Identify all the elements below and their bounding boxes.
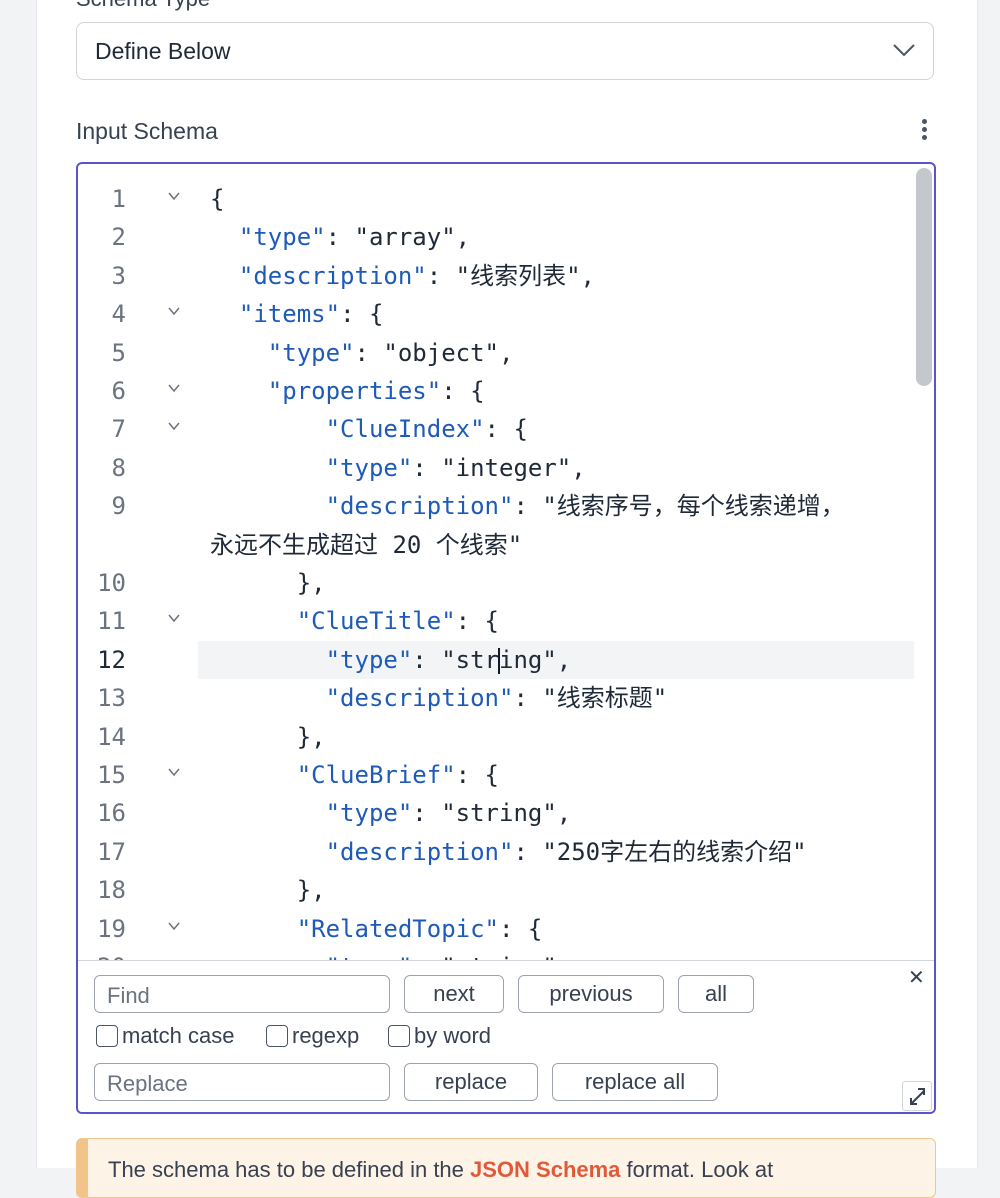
by-word-label: by word xyxy=(414,1023,492,1048)
close-icon[interactable]: ✕ xyxy=(908,965,925,990)
resize-handle-icon[interactable] xyxy=(902,1081,932,1111)
code-line[interactable]: 6 "properties": { xyxy=(78,372,914,410)
find-previous-button[interactable]: previous xyxy=(518,975,664,1013)
find-replace-panel: Find next previous all ✕ match case rege… xyxy=(78,960,934,1112)
schema-type-value: Define Below xyxy=(95,38,231,64)
notice-text-after: format. Look at xyxy=(620,1157,774,1182)
more-options-icon[interactable] xyxy=(916,116,932,144)
match-case-checkbox[interactable]: match case xyxy=(96,1023,235,1049)
code-text: "RelatedTopic": { xyxy=(296,914,543,943)
code-line[interactable]: 18 }, xyxy=(78,871,914,909)
schema-type-label: Schema Type xyxy=(76,0,210,12)
line-number: 5 xyxy=(111,338,126,367)
code-text: "type": "string", xyxy=(325,799,572,828)
schema-type-select[interactable]: Define Below xyxy=(76,22,934,80)
code-text: }, xyxy=(210,722,326,751)
fold-chevron-icon[interactable] xyxy=(168,922,180,930)
line-number: 13 xyxy=(97,684,126,713)
json-code-editor[interactable]: 1{2 "type": "array", 3 "description": "线索… xyxy=(76,162,936,1114)
code-line[interactable]: 4 "items": { xyxy=(78,295,914,333)
code-text: "type": "integer", xyxy=(325,453,586,482)
code-line[interactable]: 1{ xyxy=(78,180,914,218)
by-word-checkbox[interactable]: by word xyxy=(388,1023,491,1049)
code-text: "ClueTitle": { xyxy=(296,607,500,636)
find-all-button[interactable]: all xyxy=(678,975,754,1013)
code-line[interactable]: 10 }, xyxy=(78,564,914,602)
code-text: "items": { xyxy=(238,300,384,329)
replace-button[interactable]: replace xyxy=(404,1063,538,1101)
line-number: 16 xyxy=(97,799,126,828)
code-text: "description": "线索标题" xyxy=(325,684,668,713)
code-line[interactable]: 8 "type": "integer", xyxy=(78,449,914,487)
code-line[interactable]: 19 "RelatedTopic": { xyxy=(78,910,914,948)
line-number: 2 xyxy=(111,223,126,252)
code-line[interactable]: 9 "description": "线索序号，每个线索递增， xyxy=(78,487,914,525)
line-number: 18 xyxy=(97,876,126,905)
line-number: 12 xyxy=(97,645,126,674)
code-text: "type": "string", xyxy=(325,645,572,674)
line-number: 19 xyxy=(97,914,126,943)
fold-chevron-icon[interactable] xyxy=(168,384,180,392)
line-number: 8 xyxy=(111,453,126,482)
json-schema-link[interactable]: JSON Schema xyxy=(470,1157,620,1182)
fold-chevron-icon[interactable] xyxy=(168,192,180,200)
editor-scrollbar[interactable] xyxy=(916,168,932,386)
input-schema-label: Input Schema xyxy=(76,118,218,144)
code-text: 永远不生成超过 20 个线索" xyxy=(210,530,523,559)
notice-text: The schema has to be defined in the xyxy=(108,1157,471,1182)
fold-chevron-icon[interactable] xyxy=(168,614,180,623)
line-number: 20 xyxy=(78,948,126,960)
line-number: 4 xyxy=(111,300,126,329)
code-line[interactable]: 14 }, xyxy=(78,718,914,756)
code-text: }, xyxy=(210,876,326,905)
replace-all-button[interactable]: replace all xyxy=(552,1063,718,1101)
line-number: 7 xyxy=(111,415,126,444)
regexp-label: regexp xyxy=(292,1023,360,1048)
code-line[interactable]: 12 "type": "string", xyxy=(78,640,914,679)
code-line[interactable]: 20 "type": "string", xyxy=(78,948,914,960)
code-line[interactable]: 3 "description": "线索列表", xyxy=(78,257,914,295)
code-text: }, xyxy=(210,569,326,597)
line-number: 3 xyxy=(111,261,126,290)
replace-input[interactable]: Replace xyxy=(94,1063,390,1101)
code-text: "description": "250字左右的线索介绍" xyxy=(325,837,807,866)
line-number: 15 xyxy=(97,761,126,789)
line-number: 11 xyxy=(97,607,126,636)
code-line[interactable]: 7 "ClueIndex": { xyxy=(78,410,914,448)
line-number: 17 xyxy=(97,837,126,866)
line-number: 10 xyxy=(97,569,126,597)
code-text: { xyxy=(210,185,225,213)
line-number: 9 xyxy=(111,492,126,521)
find-next-button[interactable]: next xyxy=(404,975,504,1013)
code-text: "description": "线索序号，每个线索递增， xyxy=(325,492,845,521)
code-line[interactable]: 13 "description": "线索标题" xyxy=(78,679,914,717)
code-line[interactable]: 15 "ClueBrief": { xyxy=(78,756,914,794)
code-text: "ClueBrief": { xyxy=(296,761,500,789)
regexp-checkbox[interactable]: regexp xyxy=(266,1023,359,1049)
code-text: "type": "object", xyxy=(267,338,514,367)
code-text: "type": "array", xyxy=(238,223,471,252)
code-text: "properties": { xyxy=(267,377,485,405)
code-text: "description": "线索列表", xyxy=(238,261,595,290)
line-number: 6 xyxy=(111,377,126,405)
fold-chevron-icon[interactable] xyxy=(168,307,180,316)
match-case-label: match case xyxy=(122,1023,235,1048)
fold-chevron-icon[interactable] xyxy=(168,422,180,431)
chevron-down-icon xyxy=(893,44,915,57)
code-line[interactable]: 11 "ClueTitle": { xyxy=(78,602,914,640)
code-text: "type": "string", xyxy=(210,948,572,960)
code-line[interactable]: 2 "type": "array", xyxy=(78,218,914,256)
find-input[interactable]: Find xyxy=(94,975,390,1013)
code-line[interactable]: 17 "description": "250字左右的线索介绍" xyxy=(78,833,914,871)
code-text: "ClueIndex": { xyxy=(325,415,528,444)
code-line[interactable]: 永远不生成超过 20 个线索" xyxy=(78,526,914,564)
code-line[interactable]: 5 "type": "object", xyxy=(78,334,914,372)
schema-format-notice: The schema has to be defined in the JSON… xyxy=(76,1138,936,1198)
code-line[interactable]: 16 "type": "string", xyxy=(78,794,914,832)
line-number: 14 xyxy=(97,722,126,751)
fold-chevron-icon[interactable] xyxy=(168,768,180,776)
code-area[interactable]: 1{2 "type": "array", 3 "description": "线索… xyxy=(78,164,914,960)
line-number: 1 xyxy=(111,185,126,213)
